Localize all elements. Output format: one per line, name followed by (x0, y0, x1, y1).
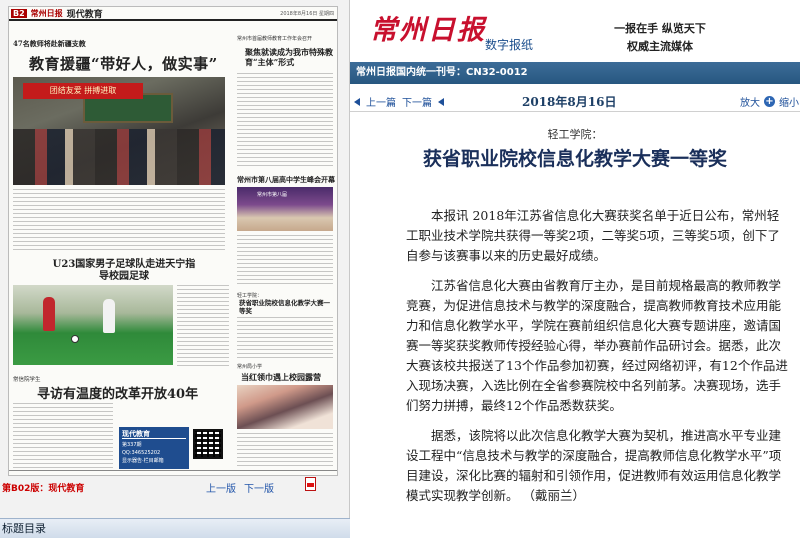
story3-text-block[interactable] (237, 235, 333, 287)
story6-kicker[interactable]: 轻工学院： (237, 292, 262, 299)
ad-line2: QQ:346525202 (122, 450, 161, 456)
clipped-text: ， ， ， (586, 532, 622, 538)
football-icon (71, 335, 79, 343)
lead-photo[interactable]: 团结友爱 拼搏进取 (13, 77, 225, 185)
zoom-out-label[interactable]: 缩小 (779, 94, 799, 109)
article-nav: 上一篇 下一篇 (354, 94, 444, 109)
toc-header[interactable]: 标题目录 (0, 518, 350, 538)
page-masthead: 常州日报 (30, 7, 63, 18)
lead-kicker[interactable]: 47名教师将赴新疆支教 (13, 39, 86, 49)
article-headline: 获省职业院校信息化教学大赛一等奖 (422, 148, 727, 170)
article-kicker: 轻工学院： (547, 128, 603, 141)
prev-page-link[interactable]: 上一版 (206, 480, 236, 495)
article-paragraph: 江苏省信息化大赛由省教育厅主办，是目前规格最高的教师教学竞赛，为促进信息技术与教… (406, 278, 788, 413)
story7-kicker[interactable]: 常州局小学 (237, 363, 262, 370)
zoom-controls: 放大 + 缩小 − (740, 94, 800, 109)
lead-text-block[interactable] (13, 189, 225, 251)
stage-caption: 常州市第八届 (257, 192, 288, 198)
page-preview-pane: B2 常州日报 现代教育 2018年8月16日 星期四 47名教师将赴新疆支教 … (0, 0, 350, 538)
photo-figures (13, 129, 225, 185)
player-red (43, 297, 55, 331)
article-pane: 常州日报 数字报纸 一报在手 纵览天下 权威主流媒体 常州日报国内统一刊号：CN… (350, 0, 800, 538)
story7-text-block[interactable] (237, 433, 333, 469)
page-date: 2018年8月16日 星期四 (280, 10, 334, 17)
zoom-in-label[interactable]: 放大 (740, 94, 760, 109)
ad-line3: 显示器告·栏目邮箱 (122, 458, 164, 464)
page-header: B2 常州日报 现代教育 2018年8月16日 星期四 (9, 7, 337, 21)
pdf-icon[interactable] (305, 477, 316, 491)
article-nav-bar: 上一篇 下一篇 2018年8月16日 放大 + 缩小 − (350, 88, 800, 112)
slogan: 一报在手 纵览天下 权威主流媒体 (596, 20, 724, 56)
lead-headline[interactable]: 教育援疆“带好人，做实事” (29, 53, 218, 74)
story5-kicker[interactable]: 常信院学生 (13, 375, 41, 383)
page-nav: 上一版 下一版 (206, 480, 274, 495)
ad-line1: 第337期 (122, 442, 142, 448)
issn-bar: 常州日报国内统一刊号：CN32-0012 (350, 62, 800, 84)
article-paragraph: 本报讯 2018年江苏省信息化大赛获奖名单于近日公布，常州轻工职业技术学院共获得… (406, 208, 780, 263)
player-white (103, 299, 115, 333)
triangle-left-icon (354, 97, 360, 106)
slogan-line1: 一报在手 纵览天下 (614, 22, 706, 35)
story7-headline[interactable]: 当红领巾遇上校园露营 (241, 372, 321, 383)
site-header: 常州日报 数字报纸 一报在手 纵览天下 权威主流媒体 (350, 0, 800, 62)
page-footer-rule (9, 470, 337, 471)
story4-headline[interactable]: U23国家男子足球队走进天宁指导校园足球 (49, 259, 199, 283)
next-article-link[interactable]: 下一篇 (402, 94, 432, 109)
story2-text-block[interactable] (237, 73, 333, 169)
site-logo[interactable]: 常州日报 (370, 8, 486, 47)
story4-photo[interactable] (13, 285, 173, 365)
triangle-left-icon (438, 97, 444, 106)
story5-headline[interactable]: 寻访有温度的改革开放40年 (37, 383, 198, 402)
digital-edition-label: 数字报纸 (485, 38, 534, 52)
story2-headline[interactable]: 聚焦就读成为我市特殊教育“主体”形式 (245, 47, 335, 67)
qr-code-icon (193, 429, 223, 459)
article-body: 本报讯 2018年江苏省信息化大赛获奖名单于近日公布，常州轻工职业技术学院共获得… (406, 206, 791, 516)
prev-article-link[interactable]: 上一篇 (366, 94, 396, 109)
article-paragraph: 据悉，该院将以此次信息化教学大赛为契机，推进高水平专业建设工程中“信息技术与教学… (406, 428, 782, 503)
story6-text-block[interactable] (237, 317, 333, 359)
page-section: 现代教育 (66, 9, 103, 20)
slogan-line2: 权威主流媒体 (627, 40, 693, 53)
photo-banner: 团结友爱 拼搏进取 (23, 83, 143, 99)
story6-headline[interactable]: 获省职业院校信息化教学大赛一等奖 (239, 299, 335, 315)
ad-title: 现代教育 (122, 430, 186, 439)
story5-text-block[interactable] (13, 403, 113, 469)
story3-headline[interactable]: 常州市第八届高中学生峰会开幕 (237, 175, 335, 185)
newspaper-page-image[interactable]: B2 常州日报 现代教育 2018年8月16日 星期四 47名教师将赴新疆支教 … (8, 6, 338, 476)
story4-text-block[interactable] (177, 285, 229, 369)
zoom-in-icon[interactable]: + (764, 96, 775, 107)
story7-photo[interactable] (237, 385, 333, 429)
page-code: B2 (11, 8, 27, 18)
issue-date: 2018年8月16日 (522, 95, 617, 109)
story2-kicker[interactable]: 常州市首届教师教育工作年会召开 (237, 35, 312, 42)
story3-photo[interactable]: 常州市第八届 (237, 187, 333, 231)
column-ad: 现代教育 第337期 QQ:346525202 显示器告·栏目邮箱 (119, 427, 189, 469)
edition-label: 第B02版：现代教育 (2, 484, 85, 494)
next-page-link[interactable]: 下一版 (244, 480, 274, 495)
